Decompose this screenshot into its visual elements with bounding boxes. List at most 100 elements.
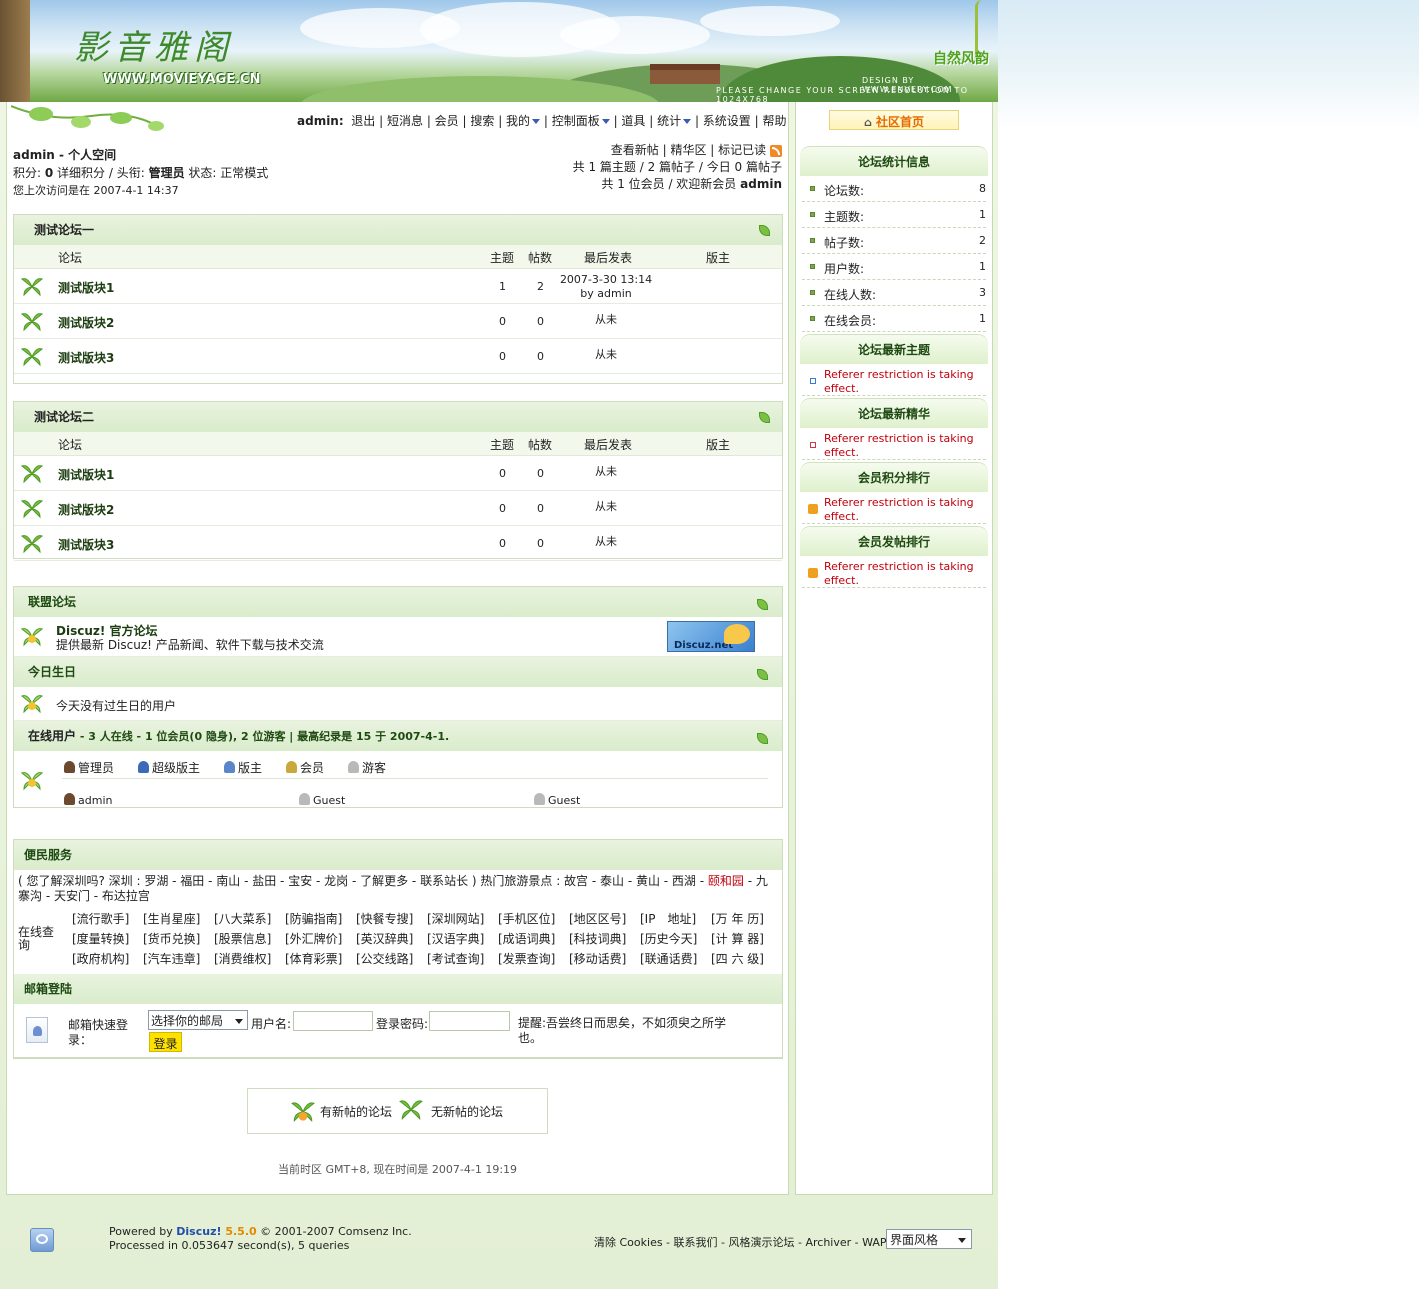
guest-user-icon xyxy=(534,793,545,805)
archiver-link[interactable]: Archiver xyxy=(805,1236,851,1249)
forum-title[interactable]: 测试版块2 xyxy=(58,314,114,331)
query-link[interactable]: [地区区号] xyxy=(569,910,640,927)
query-link[interactable]: [计 算 器] xyxy=(711,930,782,947)
query-link[interactable]: [度量转换] xyxy=(72,930,143,947)
query-link[interactable]: [科技词典] xyxy=(569,930,640,947)
query-link[interactable]: [政府机构] xyxy=(72,950,143,967)
services-line[interactable]: ( 您了解深圳吗? 深圳 : 罗湖 - 福田 - 南山 - 盐田 - 宝安 - … xyxy=(18,874,708,888)
forum-title[interactable]: 测试版块2 xyxy=(58,501,114,518)
nav-members[interactable]: 会员 xyxy=(435,114,459,128)
last-post-author[interactable]: by admin xyxy=(546,287,666,301)
query-link[interactable]: [成语词典] xyxy=(498,930,569,947)
rss-icon[interactable] xyxy=(770,144,782,157)
nav-settings[interactable]: 系统设置 xyxy=(703,114,751,128)
discuz-link[interactable]: Discuz! xyxy=(176,1225,221,1238)
online-user[interactable]: admin xyxy=(64,793,112,807)
timezone-info: 当前时区 GMT+8, 现在时间是 2007-4-1 19:19 xyxy=(277,1163,518,1176)
query-link[interactable]: [八大菜系] xyxy=(214,910,285,927)
query-link[interactable]: [万 年 历] xyxy=(711,910,782,927)
contact-link[interactable]: 联系我们 xyxy=(674,1236,718,1249)
highlight-link[interactable]: 颐和园 xyxy=(708,874,744,888)
query-link[interactable]: [股票信息] xyxy=(214,930,285,947)
view-new-posts[interactable]: 查看新帖 xyxy=(611,143,659,157)
query-link[interactable]: [IP 地址] xyxy=(640,910,711,927)
query-link[interactable]: [四 六 级] xyxy=(711,950,782,967)
last-post-date[interactable]: 2007-3-30 13:14 xyxy=(546,273,666,287)
nav-logout[interactable]: 退出 xyxy=(351,114,375,128)
query-link[interactable]: [防骗指南] xyxy=(285,910,356,927)
query-link[interactable]: [生肖星座] xyxy=(143,910,214,927)
query-link[interactable]: [历史今天] xyxy=(640,930,711,947)
clear-cookies-link[interactable]: 清除 Cookies xyxy=(594,1236,663,1249)
style-demo-link[interactable]: 风格演示论坛 xyxy=(729,1236,795,1249)
nav-my[interactable]: 我的 xyxy=(506,114,541,128)
mark-read-link[interactable]: 标记已读 xyxy=(718,143,766,157)
query-link[interactable]: [快餐专搜] xyxy=(356,910,427,927)
nav-search[interactable]: 搜索 xyxy=(470,114,494,128)
query-link[interactable]: [深圳网站] xyxy=(427,910,498,927)
collapse-leaf-icon[interactable] xyxy=(757,599,768,610)
version: 5.5.0 xyxy=(221,1225,257,1238)
collapse-leaf-icon[interactable] xyxy=(757,669,768,680)
category-title[interactable]: 测试论坛一 xyxy=(34,223,94,237)
discuz-banner[interactable]: Discuz.net xyxy=(667,621,755,652)
footer-logo-icon[interactable] xyxy=(30,1228,54,1252)
col-posts: 帖数 xyxy=(528,251,553,265)
query-link[interactable]: [手机区位] xyxy=(498,910,569,927)
username-input[interactable] xyxy=(293,1011,373,1031)
column-headers: 论坛 主题 帖数 最后发表 版主 xyxy=(14,245,782,269)
query-link[interactable]: [发票查询] xyxy=(498,950,569,967)
collapse-leaf-icon[interactable] xyxy=(759,412,770,423)
stat-row: 主题数: 1 xyxy=(802,202,986,228)
forum-title[interactable]: 测试版块1 xyxy=(58,279,114,296)
query-link[interactable]: [汉语字典] xyxy=(427,930,498,947)
resolution-note: PLEASE CHANGE YOUR SCREEN RESOLUTION TO … xyxy=(716,86,969,102)
query-link[interactable]: [考试查询] xyxy=(427,950,498,967)
query-link[interactable]: [外汇牌价] xyxy=(285,930,356,947)
forum-title[interactable]: 测试版块3 xyxy=(58,536,114,553)
query-link[interactable]: [消费维权] xyxy=(214,950,285,967)
online-title[interactable]: 在线用户 xyxy=(28,729,76,743)
query-link[interactable]: [货币兑换] xyxy=(143,930,214,947)
icon-legend: 有新帖的论坛 无新帖的论坛 xyxy=(247,1088,548,1134)
nav-messages[interactable]: 短消息 xyxy=(387,114,423,128)
powered-by: Powered by Discuz! 5.5.0 © 2001-2007 Com… xyxy=(109,1225,412,1253)
mail-provider-select[interactable]: 选择你的邮局 xyxy=(148,1010,248,1030)
guest-user-icon xyxy=(348,761,359,773)
query-link[interactable]: [移动话费] xyxy=(569,950,640,967)
query-link[interactable]: [体育彩票] xyxy=(285,950,356,967)
forum-leaf-icon xyxy=(20,535,44,554)
query-link[interactable]: [公交线路] xyxy=(356,950,427,967)
nav-tools[interactable]: 道具 xyxy=(621,114,645,128)
online-header: 在线用户 - 3 人在线 - 1 位会员(0 隐身), 2 位游客 | 最高纪录… xyxy=(14,721,782,751)
category-box: 测试论坛一 论坛 主题 帖数 最后发表 版主 测试版块1 1 2 2007-3-… xyxy=(13,214,783,384)
forum-title[interactable]: 测试版块3 xyxy=(58,349,114,366)
forum-row: 测试版块1 1 2 2007-3-30 13:14 by admin xyxy=(14,269,782,304)
password-input[interactable] xyxy=(429,1011,510,1031)
nav-stats[interactable]: 统计 xyxy=(657,114,692,128)
query-link[interactable]: [联通话费] xyxy=(640,950,711,967)
col-topics: 主题 xyxy=(490,438,515,452)
nav-control-panel[interactable]: 控制面板 xyxy=(552,114,610,128)
user-space-link[interactable]: admin - 个人空间 xyxy=(13,146,268,164)
query-link[interactable]: [英汉辞典] xyxy=(356,930,427,947)
legend-label: 版主 xyxy=(238,761,263,775)
digest-link[interactable]: 精华区 xyxy=(670,143,706,157)
query-link[interactable]: [流行歌手] xyxy=(72,910,143,927)
query-link[interactable]: [汽车违章] xyxy=(143,950,214,967)
style-select[interactable]: 界面风格 xyxy=(886,1229,972,1249)
category-title[interactable]: 测试论坛二 xyxy=(34,410,94,424)
collapse-leaf-icon[interactable] xyxy=(759,225,770,236)
wap-link[interactable]: WAP xyxy=(862,1236,886,1249)
login-button[interactable]: 登录 xyxy=(149,1032,182,1052)
forum-title[interactable]: 测试版块1 xyxy=(58,466,114,483)
nav-help[interactable]: 帮助 xyxy=(762,114,786,128)
newest-member-link[interactable]: admin xyxy=(740,177,782,191)
dropdown-arrow-icon xyxy=(532,119,541,124)
community-home-button[interactable]: ⌂ 社区首页 xyxy=(829,110,959,130)
stat-row: 在线会员: 1 xyxy=(802,306,986,332)
chevron-down-icon xyxy=(958,1238,966,1243)
collapse-leaf-icon[interactable] xyxy=(757,733,768,744)
divider xyxy=(62,778,768,779)
online-user-name: Guest xyxy=(548,794,581,807)
